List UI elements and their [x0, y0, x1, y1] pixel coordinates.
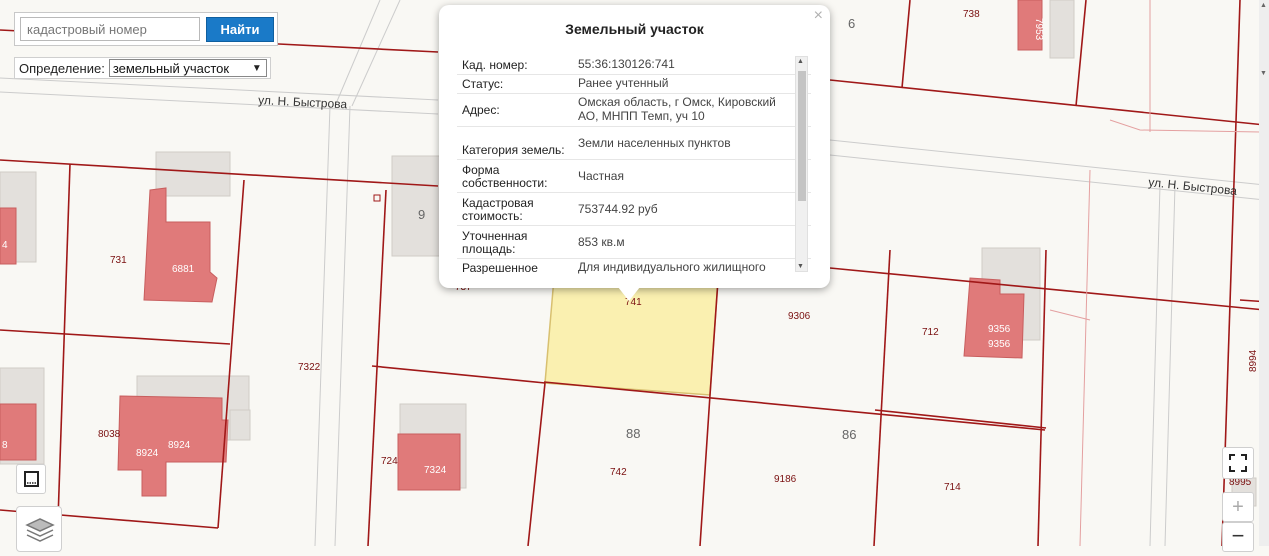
attribute-key: Форма собственности: [462, 163, 548, 190]
layers-icon [25, 518, 55, 542]
building-label: 7324 [424, 465, 447, 476]
attribute-row: Форма собственности: Частная [457, 160, 811, 193]
attribute-value: Для индивидуального жилищного [578, 260, 766, 274]
legend-button[interactable] [16, 464, 46, 494]
attribute-row: Кадастровая стоимость: 753744.92 руб [457, 193, 811, 226]
cadastral-label: 712 [922, 327, 939, 338]
block-number-6: 6 [848, 16, 855, 31]
scroll-down-icon[interactable]: ▼ [1260, 70, 1267, 77]
building-label: 6881 [172, 264, 195, 275]
attribute-key: Кадастровая стоимость: [462, 196, 534, 223]
block-number-88: 88 [626, 426, 640, 441]
block-number-86: 86 [842, 427, 856, 442]
attribute-value: Частная [578, 168, 624, 183]
cadastral-label: 714 [944, 482, 961, 493]
cadastral-number-search-input[interactable] [20, 17, 200, 41]
popup-title: Земельный участок [565, 21, 704, 37]
block-number-9: 9 [418, 207, 425, 222]
building-label: 8924 [136, 448, 159, 459]
cadastral-label: 724 [381, 456, 398, 467]
attribute-key: Разрешенное [462, 261, 538, 275]
parcel-info-popup: × Земельный участок Кад. номер: 55:36:13… [439, 5, 830, 288]
attribute-key: Статус: [462, 77, 504, 91]
cadastral-label: 9186 [774, 474, 797, 485]
search-panel: Найти [14, 12, 278, 46]
cadastral-label: 8038 [98, 429, 121, 440]
zoom-out-button[interactable]: − [1222, 522, 1254, 552]
map-scrollbar[interactable]: ▲ ▼ [1259, 0, 1269, 546]
popup-scrollbar[interactable]: ▲ ▼ [795, 56, 808, 272]
definition-selected-value: земельный участок [112, 60, 230, 76]
attribute-row: Уточненная площадь: 853 кв.м [457, 226, 811, 259]
attribute-row: Разрешенное Для индивидуального жилищног… [457, 259, 811, 274]
popup-attribute-table: Кад. номер: 55:36:130126:741 Статус: Ран… [457, 56, 811, 274]
attribute-value: Ранее учтенный [578, 76, 669, 90]
legend-icon [24, 471, 39, 487]
attribute-key: Адрес: [462, 102, 500, 117]
cadastral-label: 7322 [298, 362, 321, 373]
cadastral-label: 742 [610, 467, 627, 478]
attribute-key: Кад. номер: [462, 58, 528, 72]
attribute-row: Статус: Ранее учтенный [457, 75, 811, 94]
attribute-row: Адрес: Омская область, г Омск, Кировский… [457, 94, 811, 127]
popup-pointer [618, 287, 640, 301]
attribute-row: Кад. номер: 55:36:130126:741 [457, 56, 811, 75]
attribute-key: Уточненная площадь: [462, 229, 528, 256]
building-label: 8924 [168, 440, 191, 451]
attribute-value: 853 кв.м [578, 234, 625, 249]
fullscreen-icon [1229, 454, 1247, 472]
building-label: 9356 [988, 324, 1011, 335]
building-label: 4 [2, 240, 8, 251]
layers-button[interactable] [16, 506, 62, 552]
attribute-key: Категория земель: [462, 143, 565, 157]
definition-row: Определение: земельный участок ▼ [14, 57, 271, 79]
find-button[interactable]: Найти [206, 17, 274, 42]
cadastral-label: 9306 [788, 311, 811, 322]
fullscreen-button[interactable] [1222, 447, 1254, 479]
attribute-value: Земли населенных пунктов [578, 135, 731, 150]
scroll-up-icon[interactable]: ▲ [797, 58, 804, 65]
definition-select[interactable]: земельный участок ▼ [108, 59, 267, 77]
scrollbar-thumb[interactable] [798, 71, 806, 201]
cadastral-label: 731 [110, 255, 127, 266]
definition-label: Определение: [19, 60, 105, 76]
zoom-in-button[interactable]: + [1222, 492, 1254, 522]
building-label: 9356 [988, 339, 1011, 350]
attribute-value: 753744.92 руб [578, 201, 658, 216]
building-label: 7953 [1033, 18, 1044, 41]
cadastral-label: 8994 [1248, 349, 1259, 372]
cadastral-label: 738 [963, 9, 980, 20]
chevron-down-icon: ▼ [251, 63, 262, 74]
attribute-row: Категория земель: Земли населенных пункт… [457, 127, 811, 160]
attribute-value: Омская область, г Омск, Кировский АО, МН… [578, 95, 776, 123]
attribute-value: 55:36:130126:741 [578, 57, 675, 71]
scroll-up-icon[interactable]: ▲ [1260, 2, 1267, 9]
scroll-down-icon[interactable]: ▼ [797, 263, 804, 270]
building-label: 8 [2, 440, 8, 451]
